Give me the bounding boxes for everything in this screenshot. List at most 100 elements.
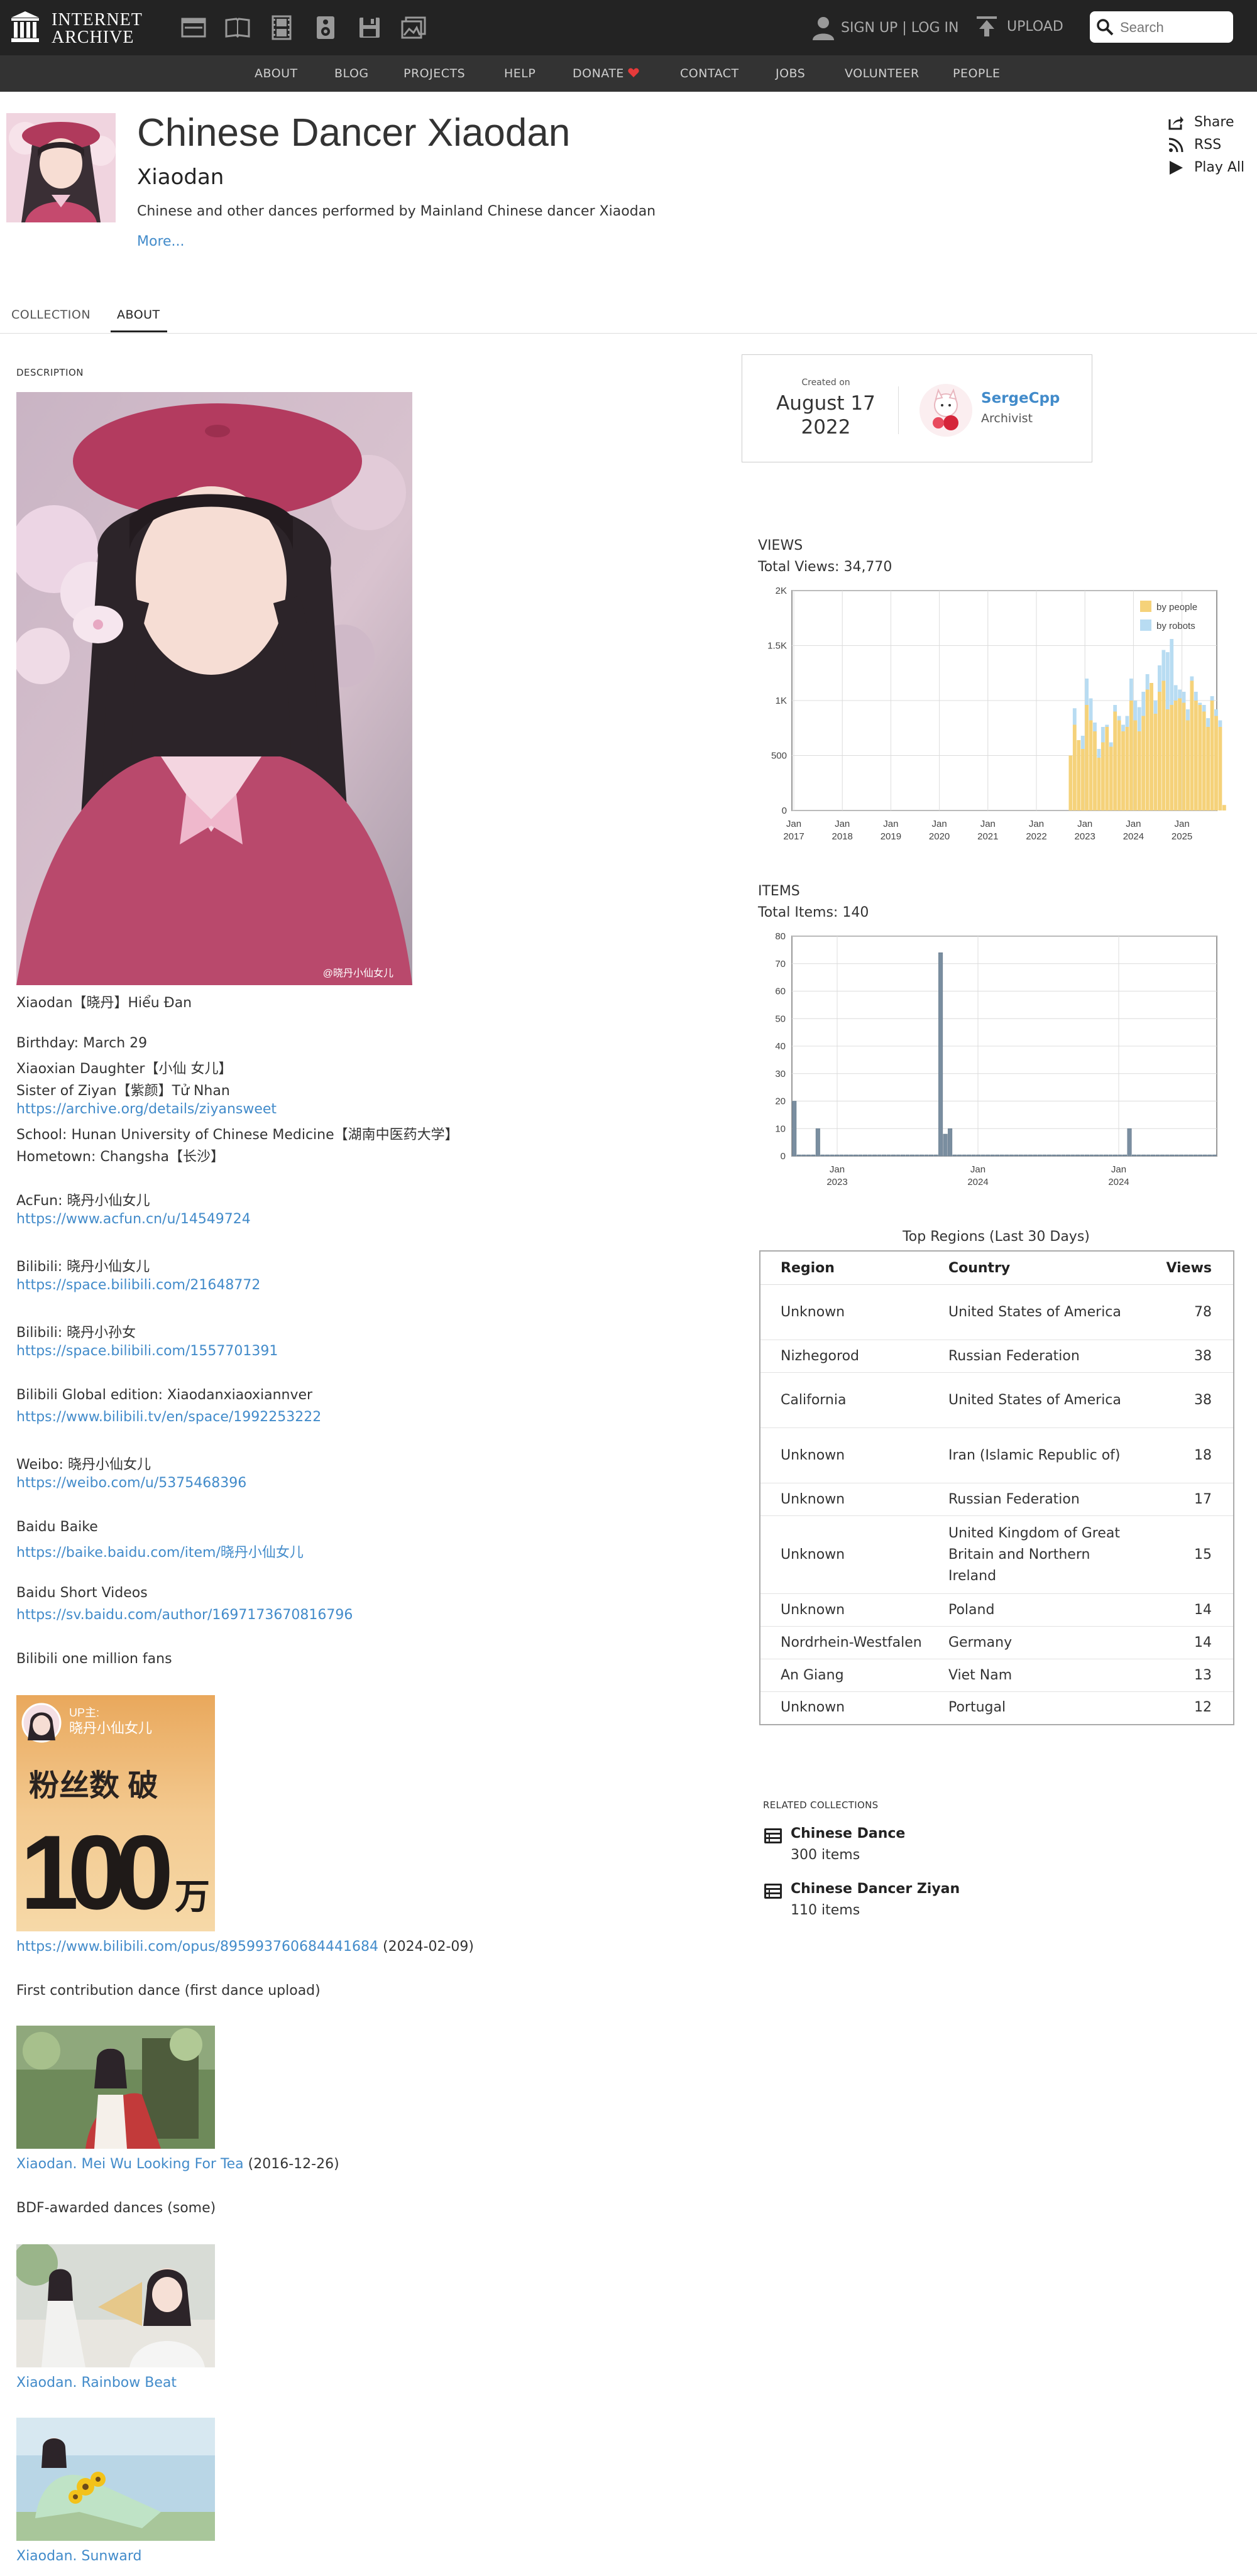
items-bar [1056, 1154, 1061, 1157]
views-x-tick-label: Jan [1175, 819, 1190, 829]
items-y-tick-label: 20 [775, 1096, 786, 1107]
views-bar-robots [1190, 676, 1194, 681]
sunward-link[interactable]: Xiaodan. Sunward [16, 2548, 141, 2564]
related-collection-name: Chinese Dance [791, 1826, 906, 1842]
related-collection-count: 110 items [791, 1902, 860, 1918]
table-row: Nizhegorod Russian Federation 38 [760, 1340, 1234, 1373]
nav-about[interactable]: ABOUT [255, 67, 298, 80]
sister-link[interactable]: https://archive.org/details/ziyansweet [16, 1101, 277, 1117]
items-bar [1089, 1154, 1094, 1157]
collection-icon [764, 1884, 782, 1899]
archivist-name[interactable]: SergeCpp [981, 390, 1060, 407]
images-icon[interactable] [400, 14, 427, 41]
bilibili-global-link[interactable]: https://www.bilibili.tv/en/space/1992253… [16, 1409, 321, 1425]
bilibili-opus-link[interactable]: https://www.bilibili.com/opus/8959937606… [16, 1939, 378, 1955]
views-cell: 14 [1141, 1593, 1234, 1627]
acfun-link[interactable]: https://www.acfun.cn/u/14549724 [16, 1211, 251, 1227]
rainbow-beat-thumbnail[interactable] [16, 2244, 215, 2367]
more-link[interactable]: More... [137, 234, 185, 249]
views-x-tick-label-year: 2017 [783, 831, 804, 842]
views-bar-robots [1210, 696, 1214, 701]
rainbow-beat-link[interactable]: Xiaodan. Rainbow Beat [16, 2375, 177, 2391]
views-bar-people [1101, 742, 1105, 810]
views-bar-robots [1101, 727, 1105, 743]
views-x-tick-label: Jan [1126, 819, 1141, 829]
bilibili-link-1[interactable]: https://space.bilibili.com/21648772 [16, 1277, 260, 1293]
archivist-avatar[interactable] [919, 384, 972, 437]
nav-volunteer[interactable]: VOLUNTEER [845, 67, 919, 80]
web-icon[interactable] [180, 14, 207, 41]
views-bar-people [1105, 727, 1109, 810]
views-bar-people [1145, 689, 1150, 810]
software-icon[interactable] [356, 14, 383, 41]
nav-donate[interactable]: DONATE [573, 67, 639, 80]
items-x-tick-label-year: 2024 [1108, 1177, 1129, 1187]
items-bar [938, 952, 943, 1157]
items-bar [1174, 1154, 1179, 1157]
country-cell: United States of America [928, 1372, 1141, 1428]
video-icon[interactable] [268, 14, 295, 41]
items-bar [971, 1154, 976, 1157]
items-bar [1061, 1154, 1066, 1157]
nav-blog[interactable]: BLOG [334, 67, 369, 80]
items-bar [891, 1154, 896, 1157]
items-bar [905, 1154, 910, 1157]
baidu-short-videos-link[interactable]: https://sv.baidu.com/author/169717367081… [16, 1607, 353, 1623]
nav-projects[interactable]: PROJECTS [403, 67, 465, 80]
views-cell: 15 [1141, 1515, 1234, 1594]
page-title: Chinese Dancer Xiaodan [137, 111, 571, 155]
views-bar-robots [1080, 736, 1085, 749]
items-bar [862, 1154, 867, 1157]
weibo-link[interactable]: https://weibo.com/u/5375468396 [16, 1475, 246, 1491]
views-bar-robots [1194, 692, 1198, 701]
views-x-tick-label: Jan [835, 819, 850, 829]
tab-collection[interactable]: COLLECTION [11, 308, 91, 322]
bilibili-link-2[interactable]: https://space.bilibili.com/1557701391 [16, 1343, 278, 1359]
mei-wu-thumbnail[interactable] [16, 2026, 215, 2149]
views-bar-people [1202, 711, 1206, 810]
views-bar-robots [1173, 685, 1178, 701]
views-bar-people [1153, 714, 1158, 810]
views-bar-robots [1170, 639, 1174, 705]
sign-up-login-label: SIGN UP | LOG IN [841, 20, 959, 36]
views-bar-people [1182, 702, 1186, 810]
nav-jobs[interactable]: JOBS [776, 67, 805, 80]
mei-wu-link[interactable]: Xiaodan. Mei Wu Looking For Tea [16, 2156, 244, 2172]
views-bar-robots [1214, 709, 1218, 716]
legend-people-label: by people [1156, 602, 1197, 613]
top-regions-table: Region Country Views Unknown United State… [759, 1250, 1234, 1725]
views-bar-robots [1105, 724, 1109, 727]
nav-contact[interactable]: CONTACT [680, 67, 739, 80]
table-row: Unknown United Kingdom of Great Britain a… [760, 1515, 1234, 1594]
views-x-tick-label-year: 2018 [832, 831, 853, 842]
items-bar [1198, 1154, 1203, 1157]
views-bar-robots [1178, 689, 1182, 699]
birthday-line: Birthday: March 29 [16, 1035, 148, 1051]
views-cell: 12 [1141, 1691, 1234, 1725]
nav-people[interactable]: PEOPLE [953, 67, 1000, 80]
views-bar-people [1068, 755, 1073, 810]
items-bar [1009, 1154, 1014, 1157]
internet-archive-logo[interactable]: INTERNET ARCHIVE [10, 9, 161, 47]
tab-bar: COLLECTION ABOUT [0, 299, 1257, 334]
audio-icon[interactable] [312, 14, 339, 41]
nav-help[interactable]: HELP [504, 67, 535, 80]
views-bar-people [1198, 705, 1202, 810]
views-bar-people [1186, 720, 1190, 810]
views-bar-people [1150, 683, 1153, 810]
items-bar [806, 1154, 811, 1157]
texts-icon[interactable] [224, 14, 251, 41]
views-cell: 78 [1141, 1284, 1234, 1340]
sunward-thumbnail[interactable] [16, 2418, 215, 2541]
table-row: Unknown Poland 14 [760, 1593, 1234, 1627]
search-icon[interactable] [1096, 18, 1114, 36]
views-bar-robots [1198, 702, 1202, 705]
views-bar-people [1072, 724, 1077, 810]
baidu-baike-link[interactable]: https://baike.baidu.com/item/晓丹小仙女儿 [16, 1545, 304, 1561]
items-bar [834, 1154, 839, 1157]
bilibili-line-2: Bilibili: 晓丹小孙女 [16, 1325, 136, 1341]
tab-about[interactable]: ABOUT [117, 308, 160, 322]
items-bar [1170, 1154, 1175, 1157]
search-input[interactable] [1119, 16, 1228, 39]
legend-robots-swatch [1140, 619, 1151, 631]
